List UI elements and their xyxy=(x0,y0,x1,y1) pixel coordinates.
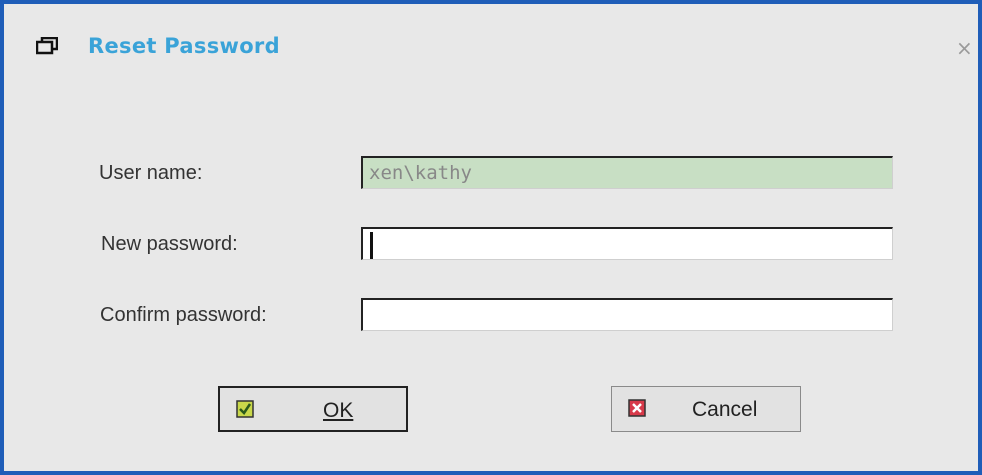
windows-icon xyxy=(36,37,58,55)
new-password-label: New password: xyxy=(101,233,238,255)
dialog-title: Reset Password xyxy=(88,34,280,58)
username-label: User name: xyxy=(99,162,203,184)
text-caret xyxy=(370,232,373,259)
new-password-field[interactable] xyxy=(361,227,893,260)
close-icon[interactable]: × xyxy=(956,38,973,58)
check-icon xyxy=(236,400,254,418)
cancel-button[interactable]: Cancel xyxy=(611,386,801,432)
cancel-icon xyxy=(628,399,646,417)
confirm-password-label: Confirm password: xyxy=(100,304,267,326)
confirm-password-field[interactable] xyxy=(361,298,893,331)
username-field: xen\kathy xyxy=(361,156,893,189)
ok-label: OK xyxy=(323,399,354,422)
ok-button[interactable]: OK xyxy=(218,386,408,432)
reset-password-dialog: Reset Password × User name: xen\kathy Ne… xyxy=(4,4,978,471)
cancel-label: Cancel xyxy=(692,398,758,421)
